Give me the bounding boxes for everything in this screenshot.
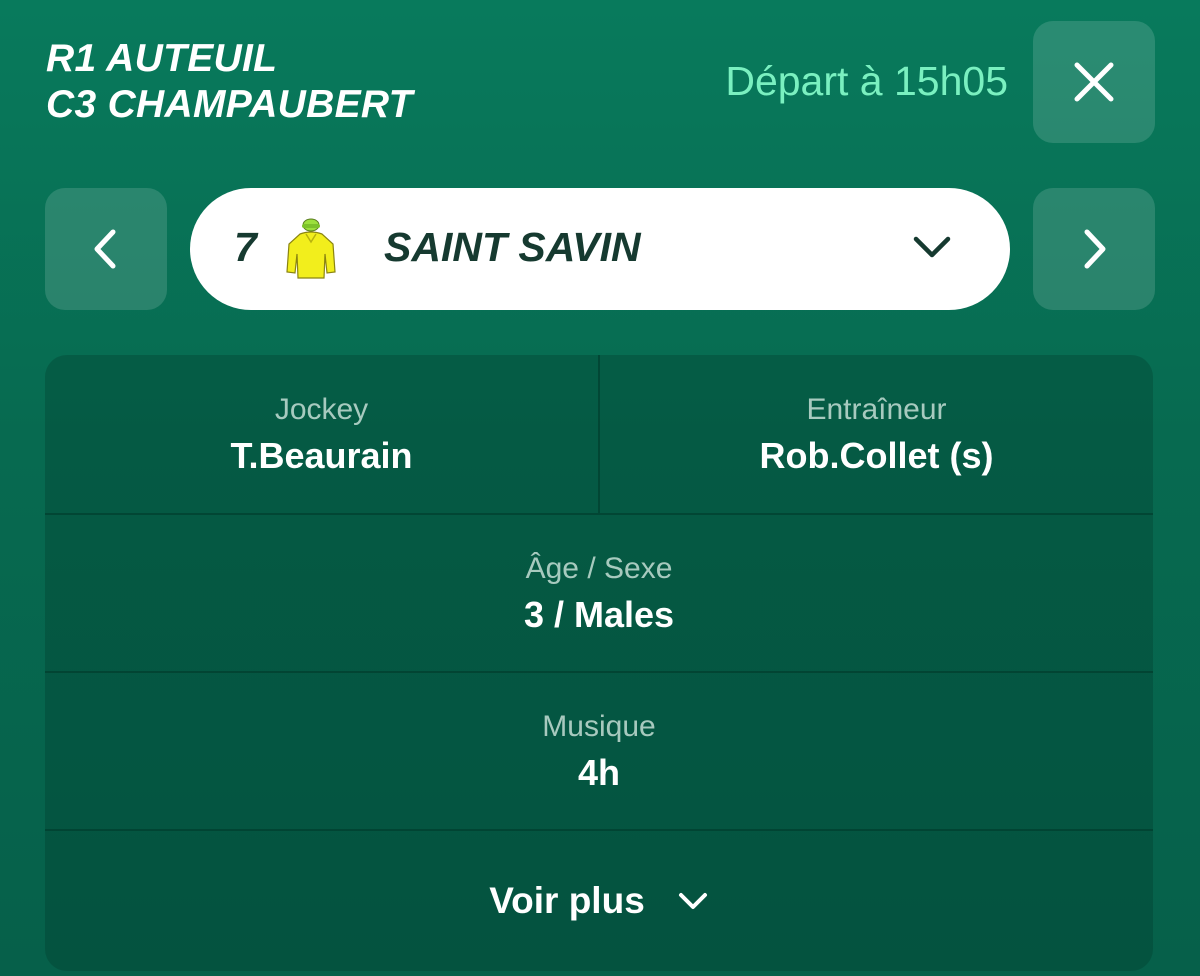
see-more-button[interactable]: Voir plus — [45, 830, 1153, 971]
see-more-row: Voir plus — [45, 830, 1153, 971]
runner-selector[interactable]: 7 SAINT SAVIN — [190, 188, 1010, 310]
age-sex-cell: Âge / Sexe 3 / Males — [45, 514, 1153, 671]
music-row: Musique 4h — [45, 672, 1153, 829]
jockey-cell: Jockey T.Beaurain — [45, 355, 598, 513]
chevron-right-icon — [1084, 229, 1106, 269]
race-title: R1 AUTEUIL C3 CHAMPAUBERT — [46, 36, 413, 128]
age-sex-value: 3 / Males — [523, 594, 675, 635]
next-runner-button[interactable] — [1033, 188, 1155, 310]
see-more-label: Voir plus — [489, 879, 645, 921]
music-cell: Musique 4h — [45, 672, 1153, 829]
trainer-label: Entraîneur — [806, 393, 947, 426]
chevron-left-icon — [94, 229, 116, 269]
music-value: 4h — [577, 752, 620, 793]
jockey-value: T.Beaurain — [230, 435, 413, 476]
trainer-cell: Entraîneur Rob.Collet (s) — [600, 355, 1153, 513]
chevron-down-icon — [678, 892, 707, 909]
age-sex-row: Âge / Sexe 3 / Males — [45, 514, 1153, 671]
music-label: Musique — [542, 710, 656, 743]
runner-name: SAINT SAVIN — [384, 224, 641, 270]
meeting-name: R1 AUTEUIL — [46, 37, 278, 80]
jockey-silk-icon — [286, 218, 336, 279]
runner-info-card: Jockey T.Beaurain Entraîneur Rob.Collet … — [45, 355, 1153, 971]
departure-time: Départ à 15h05 — [725, 58, 1008, 104]
trainer-value: Rob.Collet (s) — [759, 435, 994, 476]
jockey-trainer-row: Jockey T.Beaurain Entraîneur Rob.Collet … — [45, 355, 1153, 513]
previous-runner-button[interactable] — [45, 188, 167, 310]
runner-number: 7 — [234, 224, 257, 270]
race-name: C3 CHAMPAUBERT — [46, 83, 413, 126]
chevron-down-icon — [913, 236, 951, 258]
age-sex-label: Âge / Sexe — [525, 552, 673, 585]
close-icon — [1074, 62, 1114, 102]
jockey-label: Jockey — [274, 393, 369, 426]
close-button[interactable] — [1033, 21, 1155, 143]
